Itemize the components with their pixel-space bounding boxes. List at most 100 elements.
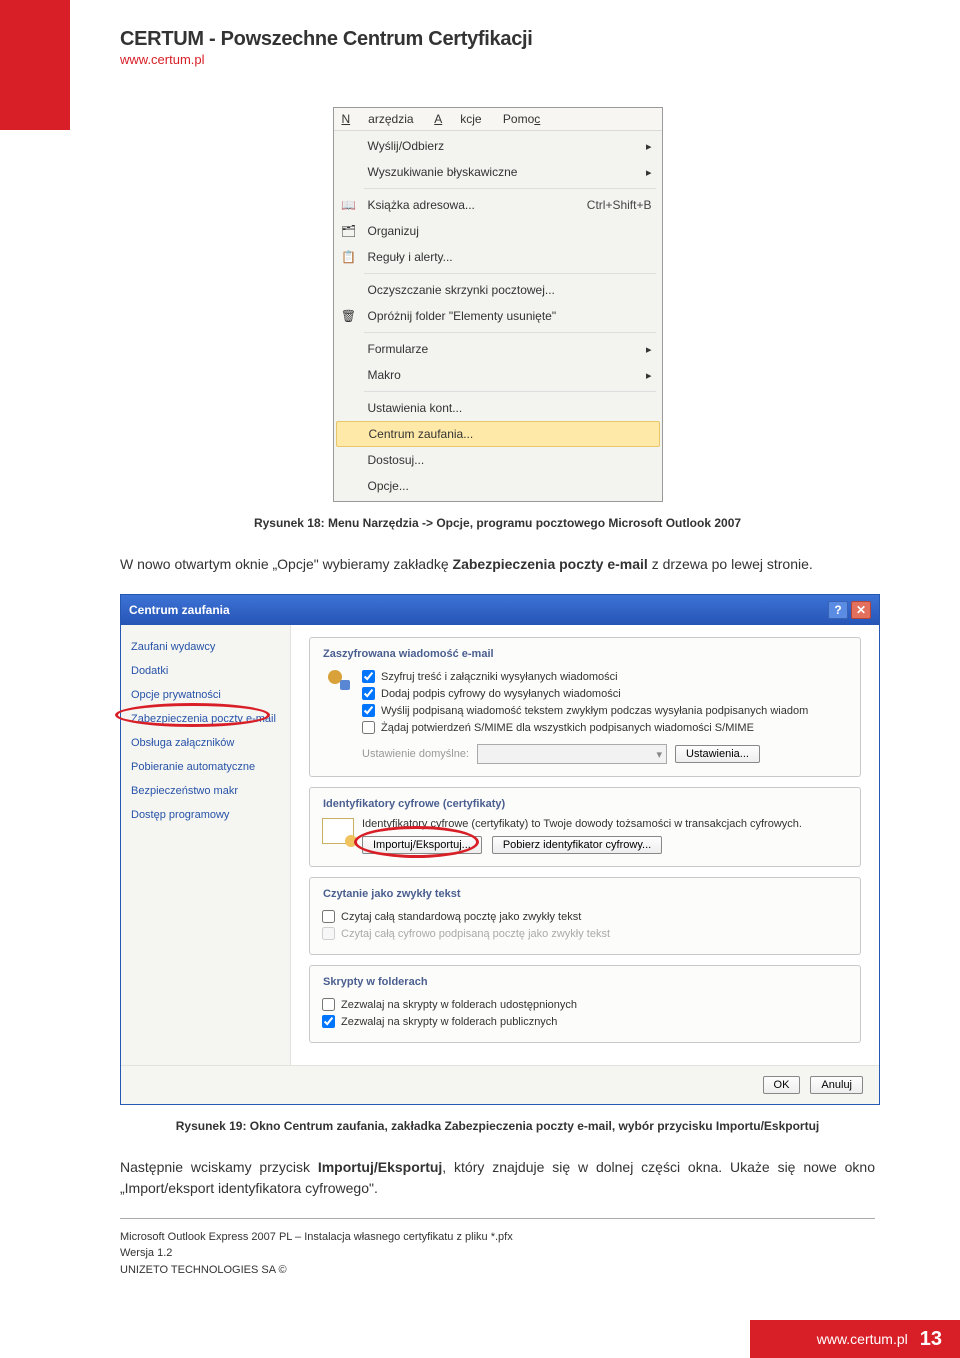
ok-button[interactable]: OK [763,1076,801,1094]
menu-item[interactable]: Wyszukiwanie błyskawiczne ▸ [334,159,662,185]
checkbox-sign[interactable] [362,687,375,700]
menu-item-label: Oczyszczanie skrzynki pocztowej... [368,283,652,297]
menu-item-label: Organizuj [368,224,652,238]
submenu-arrow-icon: ▸ [646,166,652,179]
close-button[interactable]: ✕ [851,601,871,619]
group-title: Zaszyfrowana wiadomość e-mail [319,648,498,660]
menu-icon [336,475,362,497]
menu-icon: 📋 [336,246,362,268]
menu-item[interactable]: Ustawienia kont... [334,395,662,421]
checkbox-read-plain[interactable] [322,910,335,923]
sidebar-item[interactable]: Dostęp programowy [121,803,290,827]
sidebar-item[interactable]: Dodatki [121,659,290,683]
menu-icon [337,423,363,445]
sidebar-item[interactable]: Zaufani wydawcy [121,635,290,659]
highlight-circle [115,703,270,727]
menu-bar-item[interactable]: Akcje [434,112,481,126]
menu-item[interactable]: Dostosuj... [334,447,662,473]
menu-item[interactable]: 🗂 Organizuj [334,218,662,244]
paragraph-2: Następnie wciskamy przycisk Importuj/Eks… [120,1157,875,1198]
menu-item[interactable]: Formularze ▸ [334,336,662,362]
menu-icon [336,338,362,360]
submenu-arrow-icon: ▸ [646,369,652,382]
menu-item-label: Ustawienia kont... [368,401,652,415]
menu-item-label: Centrum zaufania... [369,427,649,441]
menu-item[interactable]: Opcje... [334,473,662,499]
group-title: Identyfikatory cyfrowe (certyfikaty) [319,798,509,810]
submenu-arrow-icon: ▸ [646,343,652,356]
menu-bar-item[interactable]: Pomoc [503,112,558,126]
plain-text-group: Czytanie jako zwykły tekst Czytaj całą s… [309,877,861,955]
brand-url: www.certum.pl [120,52,960,67]
menu-item-label: Dostosuj... [368,453,652,467]
menu-item[interactable]: Oczyszczanie skrzynki pocztowej... [334,277,662,303]
menu-item[interactable]: 🗑 Opróżnij folder "Elementy usunięte" [334,303,662,329]
menu-icon: 🗂 [336,220,362,242]
menu-item[interactable]: 📖Książka adresowa...Ctrl+Shift+B [334,192,662,218]
separator [120,1218,875,1219]
menu-icon [336,364,362,386]
menu-icon: 🗑 [336,305,362,327]
group-title: Czytanie jako zwykły tekst [319,888,465,900]
footer-text: Microsoft Outlook Express 2007 PL – Inst… [120,1229,875,1279]
settings-button[interactable]: Ustawienia... [675,745,760,763]
outlook-tools-menu: Narzędzia Akcje Pomoc Wyślij/Odbierz▸Wys… [333,107,663,502]
menu-item-label: Reguły i alerty... [368,250,652,264]
encrypted-email-group: Zaszyfrowana wiadomość e-mail Szyfruj tr… [309,637,861,777]
trust-center-dialog: Centrum zaufania ? ✕ Zaufani wydawcyDoda… [120,594,880,1105]
dialog-title: Centrum zaufania [129,603,230,617]
menu-icon [336,397,362,419]
sidebar-item[interactable]: Zabezpieczenia poczty e-mail [121,707,290,731]
checkbox-read-signed-plain [322,927,335,940]
sidebar-item[interactable]: Pobieranie automatyczne [121,755,290,779]
submenu-arrow-icon: ▸ [646,140,652,153]
figure-19-caption: Rysunek 19: Okno Centrum zaufania, zakła… [120,1119,875,1133]
menu-icon [336,135,362,157]
menu-item-label: Makro [368,368,640,382]
default-setting-label: Ustawienie domyślne: [362,748,469,760]
menu-item-label: Opcje... [368,479,652,493]
dialog-titlebar: Centrum zaufania ? ✕ [121,595,879,625]
dialog-main-panel: Zaszyfrowana wiadomość e-mail Szyfruj tr… [291,625,879,1065]
menu-icon [336,279,362,301]
group-title: Skrypty w folderach [319,976,432,988]
checkbox-shared-scripts[interactable] [322,998,335,1011]
menu-item-label: Książka adresowa... [368,198,577,212]
menu-item-label: Opróżnij folder "Elementy usunięte" [368,309,652,323]
menu-item[interactable]: Centrum zaufania... [336,421,660,447]
menu-icon [336,449,362,471]
menu-item-label: Wyszukiwanie błyskawiczne [368,165,640,179]
menu-icon: 📖 [336,194,362,216]
page-number-pill: www.certum.pl 13 [750,1320,960,1358]
get-digital-id-button[interactable]: Pobierz identyfikator cyfrowy... [492,836,662,854]
brand-title: CERTUM - Powszechne Centrum Certyfikacji [120,28,960,51]
figure-18-caption: Rysunek 18: Menu Narzędzia -> Opcje, pro… [120,516,875,530]
digital-id-description: Identyfikatory cyfrowe (certyfikaty) to … [362,818,848,830]
sidebar-item[interactable]: Bezpieczeństwo makr [121,779,290,803]
sidebar-item[interactable]: Opcje prywatności [121,683,290,707]
checkbox-cleartext[interactable] [362,704,375,717]
menu-item[interactable]: Wyślij/Odbierz ▸ [334,133,662,159]
brand-red-bar [0,0,70,130]
chevron-down-icon: ▾ [656,748,662,761]
digital-ids-group: Identyfikatory cyfrowe (certyfikaty) Ide… [309,787,861,867]
checkbox-smime-receipts[interactable] [362,721,375,734]
menu-bar-item[interactable]: Narzędzia [342,112,414,126]
menu-item-label: Wyślij/Odbierz [368,139,640,153]
sidebar-item[interactable]: Obsługa załączników [121,731,290,755]
checkbox-encrypt[interactable] [362,670,375,683]
certificate-icon [322,818,354,844]
menu-bar: Narzędzia Akcje Pomoc [334,108,662,131]
menu-icon [336,161,362,183]
menu-item[interactable]: Makro ▸ [334,362,662,388]
menu-item-label: Formularze [368,342,640,356]
default-setting-select[interactable]: ▾ [477,744,667,764]
help-button[interactable]: ? [828,601,848,619]
cancel-button[interactable]: Anuluj [810,1076,863,1094]
folder-scripts-group: Skrypty w folderach Zezwalaj na skrypty … [309,965,861,1043]
dialog-sidebar: Zaufani wydawcyDodatkiOpcje prywatnościZ… [121,625,291,1065]
menu-item[interactable]: 📋 Reguły i alerty... [334,244,662,270]
lock-icon [328,668,350,690]
checkbox-public-scripts[interactable] [322,1015,335,1028]
import-export-button[interactable]: Importuj/Eksportuj... [362,836,482,854]
